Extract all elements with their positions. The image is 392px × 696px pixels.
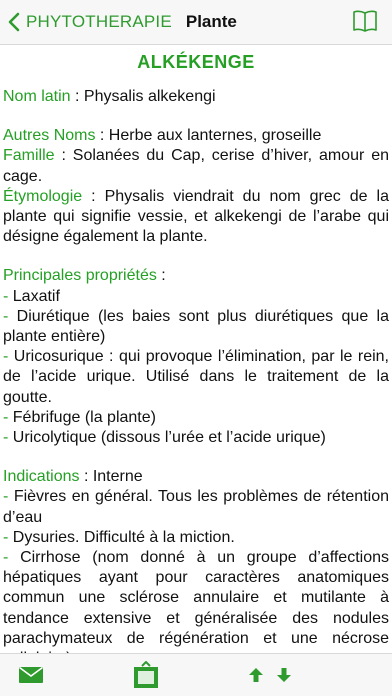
list-item-text: Laxatif — [12, 287, 60, 305]
mail-icon[interactable] — [18, 666, 44, 689]
list-item: - Fébrifuge (la plante) — [3, 408, 389, 428]
list-dash: - — [3, 287, 13, 305]
page-title: Plante — [185, 12, 237, 31]
properties-suffix: : — [156, 267, 166, 285]
list-dash: - — [3, 488, 14, 506]
list-item-text: Cirrhose (nom donné à un groupe d’affect… — [3, 549, 389, 654]
back-label: PHYTOTHERAPIE — [26, 12, 172, 31]
list-dash: - — [3, 429, 13, 447]
arrow-up-icon[interactable] — [248, 667, 264, 688]
family-row: Famille : Solanées du Cap, cerise d’hive… — [3, 146, 389, 186]
list-item: - Laxatif — [3, 287, 389, 307]
chevron-left-icon — [8, 12, 20, 32]
list-item-text: Dysuries. Difficulté à la miction. — [12, 528, 235, 546]
indications-heading: Indications : Interne — [3, 467, 389, 487]
indications-label: Indications — [3, 468, 80, 486]
indications-value: : Interne — [79, 468, 143, 486]
list-item-text: Fièvres en général. Tous les problèmes d… — [3, 488, 389, 526]
list-dash: - — [3, 528, 13, 546]
book-icon[interactable] — [352, 9, 378, 38]
family-label: Famille — [3, 147, 55, 165]
latin-name-row: Nom latin : Physalis alkekengi — [3, 87, 389, 107]
properties-label: Principales propriétés — [3, 267, 157, 285]
properties-heading: Principales propriétés : — [3, 266, 389, 286]
etymology-row: Étymologie : Physalis viendrait du nom g… — [3, 187, 389, 248]
latin-label: Nom latin — [3, 88, 71, 105]
list-item-text: Uricolytique (dissous l’urée et l’acide … — [12, 429, 326, 447]
back-button[interactable]: PHYTOTHERAPIE — [8, 12, 172, 32]
latin-value: : Physalis alkekengi — [70, 88, 216, 105]
list-item: - Fièvres en général. Tous les problèmes… — [3, 487, 389, 527]
list-item-text: Uricosurique : qui provoque l’éliminatio… — [3, 348, 389, 406]
list-item-text: Diurétique (les baies sont plus diurétiq… — [3, 307, 389, 346]
toolbar — [0, 653, 392, 696]
list-item: - Uricolytique (dissous l’urée et l’acid… — [3, 428, 389, 448]
arrow-down-icon[interactable] — [276, 667, 292, 688]
other-names-row: Autres Noms : Herbe aux lanternes, grose… — [3, 126, 389, 146]
family-value: : Solanées du Cap, cerise d’hiver, amour… — [3, 147, 389, 185]
list-item: - Dysuries. Difficulté à la miction. — [3, 528, 389, 548]
other-names-label: Autres Noms — [3, 127, 96, 145]
list-dash: - — [3, 549, 21, 567]
list-item: - Diurétique (les baies sont plus diurét… — [3, 307, 389, 347]
list-item: - Cirrhose (nom donné à un groupe d’affe… — [3, 548, 389, 654]
list-dash: - — [3, 348, 14, 366]
list-dash: - — [3, 307, 17, 325]
plant-name: ALKÉKENGE — [137, 52, 255, 72]
list-item-text: Fébrifuge (la plante) — [12, 408, 156, 426]
plant-content: ALKÉKENGE Nom latin : Physalis alkekengi… — [0, 44, 392, 654]
list-dash: - — [3, 408, 13, 426]
nav-bar: PHYTOTHERAPIE Plante — [0, 0, 392, 45]
list-item: - Uricosurique : qui provoque l’éliminat… — [3, 347, 389, 408]
share-icon[interactable] — [133, 660, 159, 694]
etymology-label: Étymologie — [3, 187, 83, 205]
other-names-value: : Herbe aux lanternes, groseille — [95, 127, 322, 145]
